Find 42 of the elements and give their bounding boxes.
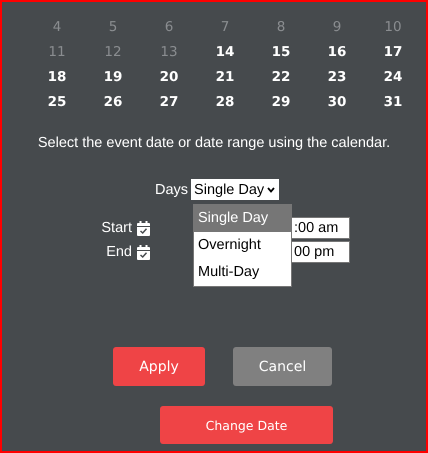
apply-button[interactable]: Apply bbox=[113, 347, 205, 386]
change-date-button[interactable]: Change Date bbox=[160, 406, 333, 444]
time-label: Start bbox=[100, 220, 132, 236]
days-select[interactable]: Single Day bbox=[191, 179, 280, 200]
calendar-day[interactable]: 27 bbox=[141, 90, 197, 115]
calendar-day[interactable]: 26 bbox=[85, 90, 141, 115]
chevron-icon bbox=[267, 186, 276, 192]
calendar-day: 7 bbox=[197, 15, 253, 40]
calendar-day[interactable]: 17 bbox=[365, 40, 421, 65]
calendar-day: 13 bbox=[141, 40, 197, 65]
days-label: Days bbox=[155, 182, 188, 198]
calendar-day[interactable]: 15 bbox=[253, 40, 309, 65]
calendar-day[interactable]: 31 bbox=[365, 90, 421, 115]
cancel-button[interactable]: Cancel bbox=[233, 347, 332, 386]
calendar-day: 8 bbox=[253, 15, 309, 40]
calendar-day[interactable]: 14 bbox=[197, 40, 253, 65]
calendar-day[interactable]: 22 bbox=[253, 65, 309, 90]
calendar-day[interactable]: 24 bbox=[365, 65, 421, 90]
calendar-day[interactable]: 25 bbox=[29, 90, 85, 115]
calendar-check-icon[interactable] bbox=[137, 244, 150, 260]
calendar-day: 4 bbox=[29, 15, 85, 40]
calendar-day: 12 bbox=[85, 40, 141, 65]
dropdown-option[interactable]: Single Day bbox=[194, 205, 291, 232]
calendar-day[interactable]: 18 bbox=[29, 65, 85, 90]
calendar-day: 6 bbox=[141, 15, 197, 40]
instruction-text: Select the event date or date range using the calendar. bbox=[36, 135, 392, 151]
calendar-day: 5 bbox=[85, 15, 141, 40]
calendar-day[interactable]: 28 bbox=[197, 90, 253, 115]
calendar-day: 11 bbox=[29, 40, 85, 65]
calendar-check-icon[interactable] bbox=[137, 220, 150, 236]
time-label: End bbox=[105, 244, 132, 260]
calendar-day[interactable]: 20 bbox=[141, 65, 197, 90]
calendar-day[interactable]: 30 bbox=[309, 90, 365, 115]
calendar-day: 10 bbox=[365, 15, 421, 40]
dropdown-option[interactable]: Overnight bbox=[194, 232, 291, 259]
dropdown-option[interactable]: Multi-Day bbox=[194, 259, 291, 286]
calendar-day[interactable]: 23 bbox=[309, 65, 365, 90]
calendar-day[interactable]: 16 bbox=[309, 40, 365, 65]
calendar-day[interactable]: 21 bbox=[197, 65, 253, 90]
calendar-day[interactable]: 19 bbox=[85, 65, 141, 90]
calendar-day: 9 bbox=[309, 15, 365, 40]
calendar-day[interactable]: 29 bbox=[253, 90, 309, 115]
